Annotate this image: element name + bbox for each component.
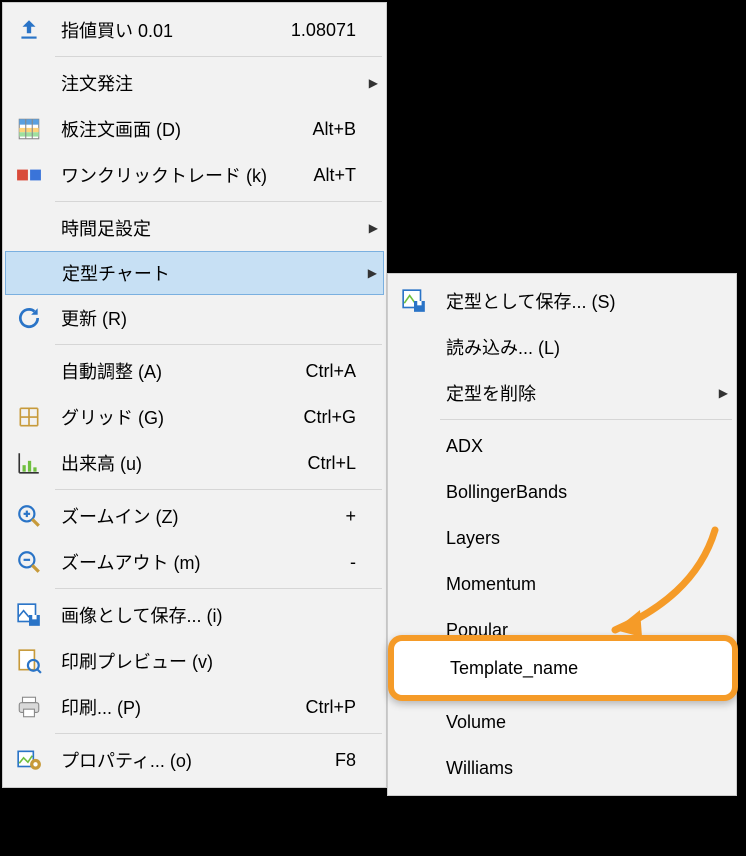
menu-refresh[interactable]: 更新 (R) — [5, 295, 384, 341]
menu-label: Volume — [438, 712, 728, 733]
menu-timeframe[interactable]: 時間足設定 ▶ — [5, 205, 384, 251]
menu-zoom-out[interactable]: ズームアウト (m) - — [5, 539, 384, 585]
menu-label: 更新 (R) — [53, 305, 356, 331]
menu-zoom-in[interactable]: ズームイン (Z) + — [5, 493, 384, 539]
chevron-right-icon: ▶ — [363, 266, 377, 280]
menu-label: ズームアウト (m) — [53, 549, 350, 575]
menu-label: Williams — [438, 758, 728, 779]
menu-label: ADX — [438, 436, 728, 457]
menu-order[interactable]: 注文発注 ▶ — [5, 60, 384, 106]
separator — [55, 344, 382, 345]
menu-value: 1.08071 — [291, 20, 364, 41]
highlighted-template-item[interactable]: Template_name — [388, 635, 738, 701]
menu-label: ワンクリックトレード (k) — [53, 162, 313, 188]
separator — [55, 201, 382, 202]
chevron-right-icon: ▶ — [364, 221, 378, 235]
separator — [440, 419, 732, 420]
save-image-icon — [5, 602, 53, 628]
menu-label: 定型として保存... (S) — [438, 288, 714, 314]
template-item[interactable]: BollingerBands — [390, 469, 734, 515]
spreadsheet-icon — [5, 116, 53, 142]
menu-shortcut: Ctrl+A — [305, 361, 364, 382]
menu-label: 画像として保存... (i) — [53, 602, 356, 628]
properties-icon — [5, 747, 53, 773]
separator — [55, 56, 382, 57]
chart-context-menu: 指値買い 0.01 1.08071 注文発注 ▶ 板注文画面 (D) Alt+B — [2, 2, 387, 788]
zoom-out-icon — [5, 549, 53, 575]
separator — [55, 588, 382, 589]
refresh-icon — [5, 305, 53, 331]
menu-autoscale[interactable]: 自動調整 (A) Ctrl+A — [5, 348, 384, 394]
chevron-right-icon: ▶ — [714, 386, 728, 400]
template-item[interactable]: Williams — [390, 745, 734, 791]
menu-label: 指値買い 0.01 — [53, 17, 291, 43]
grid-icon — [5, 404, 53, 430]
zoom-in-icon — [5, 503, 53, 529]
separator — [55, 489, 382, 490]
separator — [55, 733, 382, 734]
trade-panel-icon — [5, 162, 53, 188]
menu-volume[interactable]: 出来高 (u) Ctrl+L — [5, 440, 384, 486]
menu-shortcut: - — [350, 552, 364, 573]
menu-shortcut: Alt+T — [313, 165, 364, 186]
menu-shortcut: F8 — [335, 750, 364, 771]
templates-submenu: 定型として保存... (S) 読み込み... (L) 定型を削除 ▶ ADX B… — [387, 273, 737, 796]
upload-icon — [5, 17, 53, 43]
menu-label: 注文発注 — [53, 70, 356, 96]
menu-label: 印刷... (P) — [53, 694, 305, 720]
menu-label: 時間足設定 — [53, 215, 356, 241]
template-item[interactable]: Volume — [390, 699, 734, 745]
menu-label: 出来高 (u) — [53, 450, 307, 476]
menu-book-order[interactable]: 板注文画面 (D) Alt+B — [5, 106, 384, 152]
menu-label: 印刷プレビュー (v) — [53, 648, 356, 674]
menu-one-click-trade[interactable]: ワンクリックトレード (k) Alt+T — [5, 152, 384, 198]
menu-properties[interactable]: プロパティ... (o) F8 — [5, 737, 384, 783]
submenu-load-template[interactable]: 読み込み... (L) — [390, 324, 734, 370]
menu-label: Template_name — [442, 658, 578, 679]
volume-chart-icon — [5, 450, 53, 476]
menu-label: Layers — [438, 528, 728, 549]
menu-save-image[interactable]: 画像として保存... (i) — [5, 592, 384, 638]
template-item[interactable]: ADX — [390, 423, 734, 469]
submenu-save-template[interactable]: 定型として保存... (S) — [390, 278, 734, 324]
menu-label: 定型チャート — [54, 260, 355, 286]
chevron-right-icon: ▶ — [364, 76, 378, 90]
menu-shortcut: Ctrl+G — [303, 407, 364, 428]
menu-label: プロパティ... (o) — [53, 747, 335, 773]
menu-label: ズームイン (Z) — [53, 503, 345, 529]
menu-label: グリッド (G) — [53, 404, 303, 430]
save-template-icon — [390, 288, 438, 314]
menu-shortcut: Ctrl+L — [307, 453, 364, 474]
menu-templates[interactable]: 定型チャート ▶ — [5, 251, 384, 295]
submenu-remove-template[interactable]: 定型を削除 ▶ — [390, 370, 734, 416]
menu-label: Momentum — [438, 574, 728, 595]
menu-label: 自動調整 (A) — [53, 358, 305, 384]
template-item[interactable]: Momentum — [390, 561, 734, 607]
menu-grid[interactable]: グリッド (G) Ctrl+G — [5, 394, 384, 440]
printer-icon — [5, 694, 53, 720]
menu-label: BollingerBands — [438, 482, 728, 503]
menu-limit-buy[interactable]: 指値買い 0.01 1.08071 — [5, 7, 384, 53]
menu-label: 板注文画面 (D) — [53, 116, 312, 142]
print-preview-icon — [5, 648, 53, 674]
menu-shortcut: Ctrl+P — [305, 697, 364, 718]
menu-shortcut: Alt+B — [312, 119, 364, 140]
menu-label: 定型を削除 — [438, 380, 714, 406]
menu-print-preview[interactable]: 印刷プレビュー (v) — [5, 638, 384, 684]
menu-print[interactable]: 印刷... (P) Ctrl+P — [5, 684, 384, 730]
menu-label: 読み込み... (L) — [438, 334, 714, 360]
menu-shortcut: + — [345, 506, 364, 527]
template-item[interactable]: Layers — [390, 515, 734, 561]
